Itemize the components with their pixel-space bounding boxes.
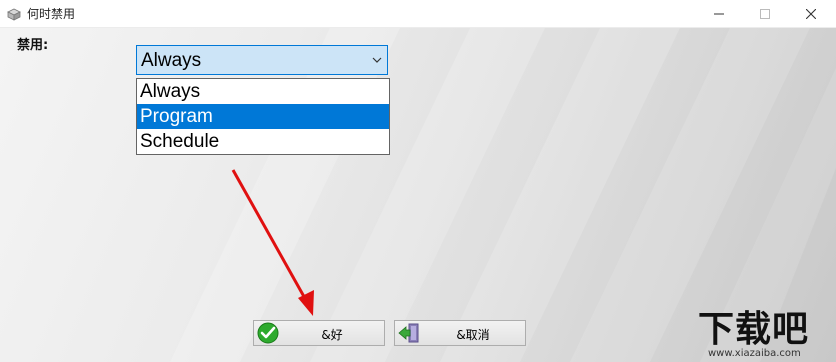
annotation-arrow	[231, 169, 314, 316]
